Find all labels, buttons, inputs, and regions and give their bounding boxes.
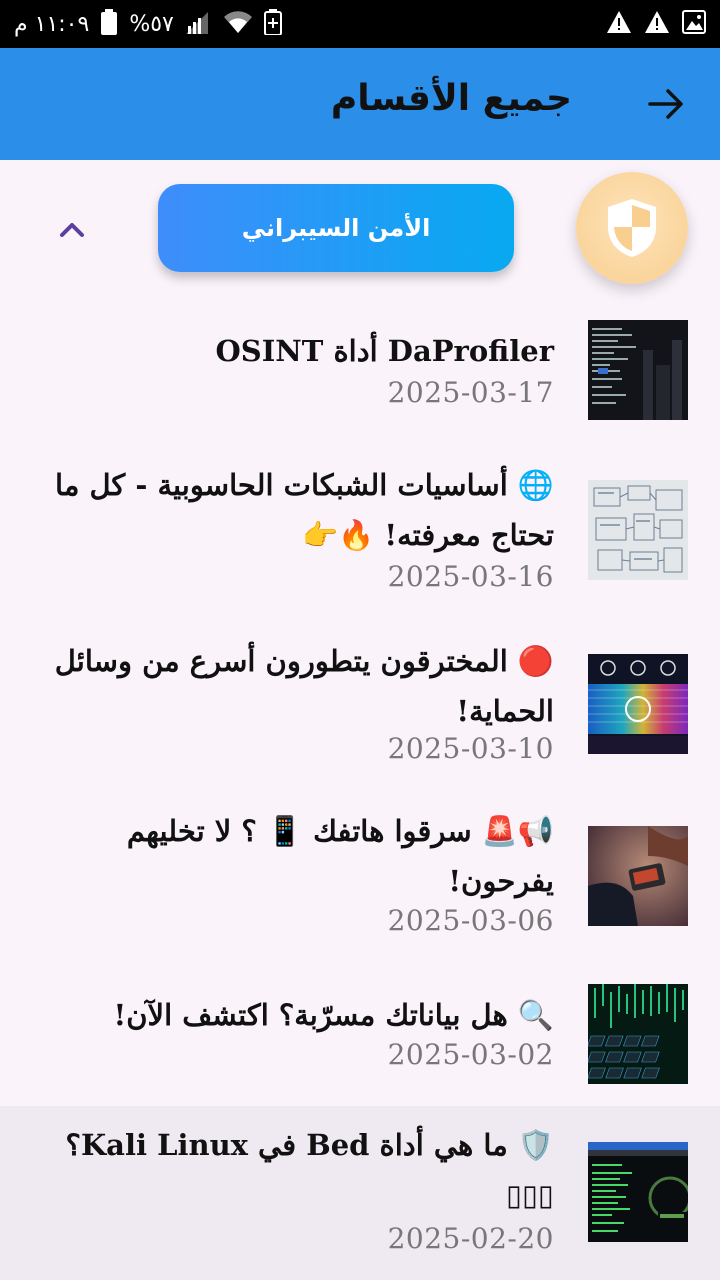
category-button[interactable]: الأمن السيبراني xyxy=(158,184,514,272)
article-item[interactable]: 🌐 أساسيات الشبكات الحاسوبية - كل ما تحتا… xyxy=(0,450,720,628)
signal-icon xyxy=(185,10,212,38)
shield-icon xyxy=(608,199,656,257)
article-title: 🌐 أساسيات الشبكات الحاسوبية - كل ما تحتا… xyxy=(54,468,554,552)
article-date: 2025-03-10 xyxy=(387,732,554,765)
arrow-right-icon xyxy=(648,89,683,119)
wifi-icon xyxy=(223,11,252,37)
app-bar: جميع الأقسام xyxy=(0,48,720,160)
article-title: 🔴 المخترقون يتطورون أسرع من وسائل الحماي… xyxy=(54,644,554,728)
status-left: ١١:٠٩ م %٥٧ xyxy=(14,9,282,39)
article-thumbnail xyxy=(588,1142,688,1242)
article-date: 2025-02-20 xyxy=(387,1222,554,1255)
article-title: 📢🚨 سرقوا هاتفك 📱 ؟ لا تخليهم يفرحون! xyxy=(126,814,554,898)
article-item[interactable]: 🔍 هل بياناتك مسرّبة؟ اكتشف الآن! 2025-03… xyxy=(0,970,720,1106)
chevron-up-icon xyxy=(60,223,84,237)
image-icon xyxy=(682,10,706,38)
page-title: جميع الأقسام xyxy=(330,78,572,119)
article-thumbnail xyxy=(588,480,688,580)
collapse-button[interactable] xyxy=(56,214,88,246)
battery-percent: %٥٧ xyxy=(129,11,174,37)
article-thumbnail xyxy=(588,654,688,754)
article-item[interactable]: 🛡️ ما هي أداة Bed في Kali Linux؟ ▯▯▯ 202… xyxy=(0,1106,720,1280)
article-item[interactable]: 📢🚨 سرقوا هاتفك 📱 ؟ لا تخليهم يفرحون! 202… xyxy=(0,800,720,970)
battery-saver-icon xyxy=(263,9,282,39)
article-date: 2025-03-02 xyxy=(387,1038,554,1071)
warning-icon xyxy=(644,10,670,38)
article-title: 🔍 هل بياناتك مسرّبة؟ اكتشف الآن! xyxy=(113,998,554,1032)
article-title: 🛡️ ما هي أداة Bed في Kali Linux؟ ▯▯▯ xyxy=(65,1128,554,1212)
category-header: الأمن السيبراني xyxy=(0,160,720,300)
article-title: DaProfiler أداة OSINT xyxy=(215,334,554,368)
article-thumbnail xyxy=(588,320,688,420)
status-time: ١١:٠٩ م xyxy=(14,11,90,37)
article-thumbnail xyxy=(588,984,688,1084)
status-right xyxy=(606,10,706,38)
battery-icon xyxy=(101,9,118,39)
status-bar: ١١:٠٩ م %٥٧ xyxy=(0,0,720,48)
warning-icon xyxy=(606,10,632,38)
article-date: 2025-03-06 xyxy=(387,904,554,937)
article-thumbnail xyxy=(588,826,688,926)
article-date: 2025-03-16 xyxy=(387,560,554,593)
article-date: 2025-03-17 xyxy=(387,376,554,409)
category-icon-badge[interactable] xyxy=(576,172,688,284)
article-item[interactable]: 🔴 المخترقون يتطورون أسرع من وسائل الحماي… xyxy=(0,628,720,800)
article-item[interactable]: DaProfiler أداة OSINT 2025-03-17 xyxy=(0,300,720,450)
back-button[interactable] xyxy=(646,84,686,124)
